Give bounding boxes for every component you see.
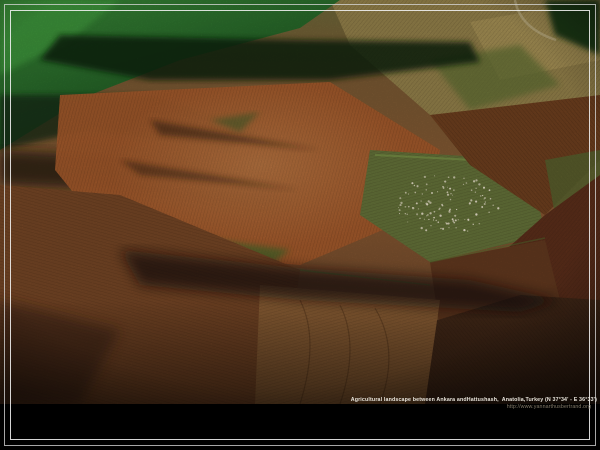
photo-frame: Agricultural landscape between Ankara an… [0, 0, 600, 450]
caption-title: Agricultural landscape between Ankara an… [351, 397, 597, 404]
caption-url: http://www.yannarthusbertrand.org [351, 404, 591, 411]
film-grain [0, 0, 600, 404]
aerial-photo [0, 0, 600, 404]
photo-caption: Agricultural landscape between Ankara an… [351, 397, 597, 411]
